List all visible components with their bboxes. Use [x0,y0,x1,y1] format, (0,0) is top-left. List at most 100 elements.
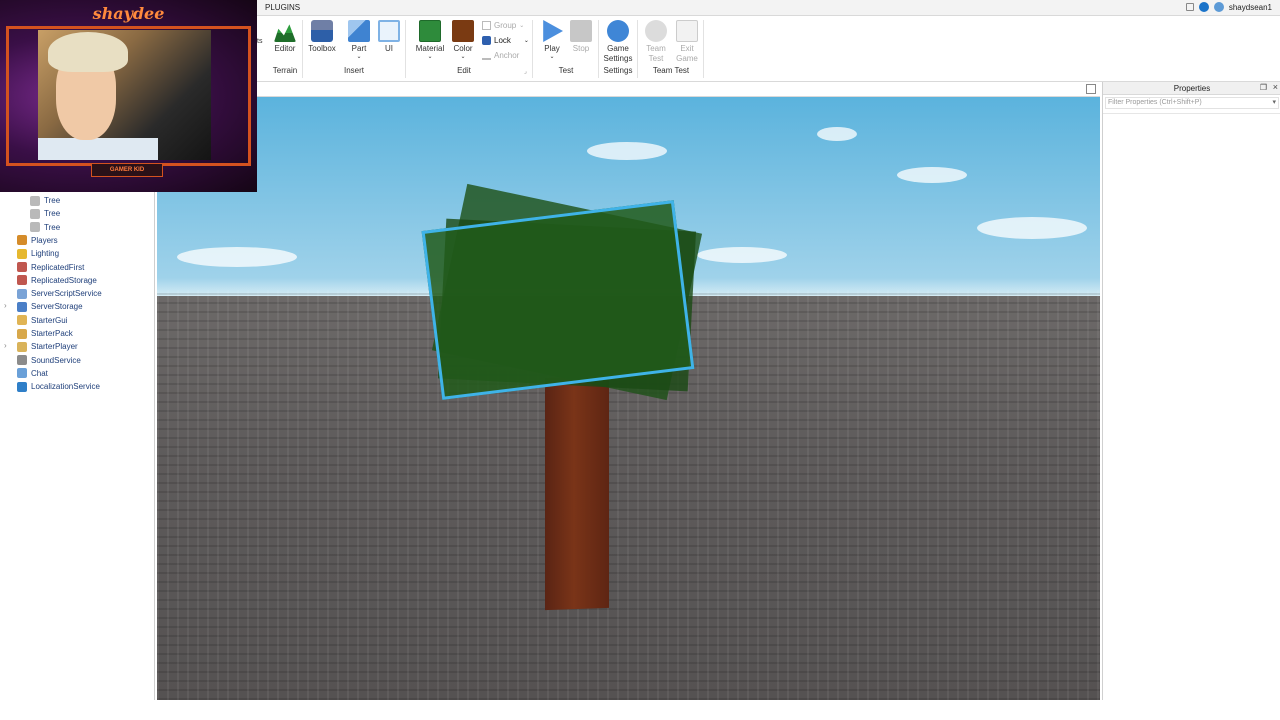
group-button[interactable]: Group ⌄ [482,21,524,30]
color-label: Color [453,44,473,53]
explorer-item[interactable]: StarterPlayer [17,340,78,353]
material-icon [419,20,441,42]
explorer-item-label: SoundService [31,355,81,365]
share-icon[interactable] [1213,2,1224,12]
explorer-item-label: StarterPlayer [31,342,78,352]
user-area: shaydsean1 [1185,2,1272,12]
explorer-item[interactable]: StarterGui [17,314,67,327]
explorer-item[interactable]: Chat [17,367,48,380]
home-icon[interactable] [1185,3,1194,11]
explorer-item[interactable]: Tree [30,207,60,220]
explorer-item-label: StarterGui [31,315,68,325]
gear-icon [607,20,629,42]
username-label[interactable]: shaydsean1 [1229,3,1272,12]
play-icon [543,20,563,42]
starter-pack-icon [17,328,27,339]
server-script-service-icon [17,288,27,299]
players-icon [17,235,27,246]
cloud [817,127,857,141]
webcam-video [38,30,211,160]
tree-trunk-part[interactable] [545,375,609,611]
explorer-item-label: Tree [44,209,61,219]
cloud [977,217,1087,239]
server-storage-icon [17,301,27,312]
chevron-down-icon[interactable]: ⌄ [340,54,378,60]
explorer-item[interactable]: ServerStorage [17,300,83,313]
expand-icon[interactable]: ⌟ [524,68,527,75]
chevron-down-icon[interactable]: ⌄ [444,54,482,60]
exit-game-icon [676,20,698,42]
model-icon [30,208,40,219]
cloud [587,142,667,160]
properties-panel: Properties ❐ × Filter Properties (Ctrl+S… [1102,82,1280,700]
chevron-down-icon[interactable]: ⌄ [524,37,529,44]
explorer-item-label: ServerScriptService [31,289,102,299]
explorer-item[interactable]: Lighting [17,247,59,260]
explorer-item-label: Lighting [31,249,60,259]
ui-button[interactable]: UI [370,20,408,54]
toolbox-icon [311,20,333,42]
chevron-down-icon[interactable]: ▾ [1272,98,1276,108]
lock-label: Lock [494,36,511,45]
properties-list [1103,113,1280,700]
explorer-item[interactable]: Tree [30,194,60,207]
maximize-viewport-icon[interactable] [1086,84,1096,94]
explorer-item[interactable]: LocalizationService [17,380,100,393]
group-label-insert: Insert [343,66,364,75]
team-test-icon [645,20,667,42]
model-icon [30,222,40,233]
game-settings-label-line2: Settings [603,54,633,63]
explorer-item[interactable]: Tree [30,221,60,234]
model-icon [30,195,40,206]
properties-title: Properties [1173,84,1211,93]
anchor-button[interactable]: Anchor [482,51,519,60]
explorer-item[interactable]: ServerScriptService [17,287,102,300]
explorer-item-label: ServerStorage [31,302,83,312]
filter-properties-input[interactable]: Filter Properties (Ctrl+Shift+P) ▾ [1105,97,1279,109]
game-settings-button[interactable]: Game Settings [599,20,637,64]
expand-arrow-icon[interactable]: › [4,301,7,310]
ui-icon [378,20,400,42]
explorer-item[interactable]: ReplicatedFirst [17,261,84,274]
exit-game-button[interactable]: Exit Game [668,20,706,64]
tab-plugins[interactable]: PLUGINS [265,3,300,12]
starter-player-icon [17,341,27,352]
filter-properties-placeholder: Filter Properties (Ctrl+Shift+P) [1108,99,1202,106]
group-label: Group [494,21,517,30]
group-label-test: Test [558,66,574,75]
part-cube-icon [348,20,370,42]
starter-gui-icon [17,315,27,326]
terrain-editor-button[interactable]: Editor [266,20,304,54]
explorer-item-label: Tree [44,222,61,232]
webcam-shirt [38,138,158,160]
explorer-panel: Tree Tree Tree Players Lighting ReplicatedFir… [0,192,155,700]
explorer-item[interactable]: SoundService [17,354,81,367]
terrain-icon [274,24,296,42]
explorer-item-label: LocalizationService [31,382,100,392]
stop-button[interactable]: Stop [562,20,600,54]
explorer-item[interactable]: Players [17,234,58,247]
toolbox-button[interactable]: Toolbox [303,20,341,54]
3d-viewport[interactable] [157,97,1100,700]
expand-arrow-icon[interactable]: › [4,341,7,350]
help-icon[interactable] [1198,2,1209,12]
explorer-item[interactable]: ReplicatedStorage [17,274,97,287]
toolbox-label: Toolbox [308,44,336,53]
color-button[interactable]: Color ⌄ [444,20,482,60]
stop-icon [570,20,592,42]
explorer-item[interactable]: StarterPack [17,327,73,340]
anchor-icon [482,51,491,60]
lock-icon [482,36,491,45]
group-separator [703,20,704,78]
undock-icon[interactable]: ❐ [1260,83,1267,92]
anchor-label: Anchor [494,51,520,60]
chevron-down-icon[interactable]: ⌄ [533,54,571,60]
replicated-storage-icon [17,275,27,286]
cloud [897,167,967,183]
lock-button[interactable]: Lock ⌄ [482,36,529,45]
selected-leaves-part[interactable] [421,200,695,400]
close-icon[interactable]: × [1273,82,1278,92]
lighting-icon [17,248,27,259]
webcam-hair [48,32,128,72]
exit-game-label-line2: Game [676,54,698,63]
